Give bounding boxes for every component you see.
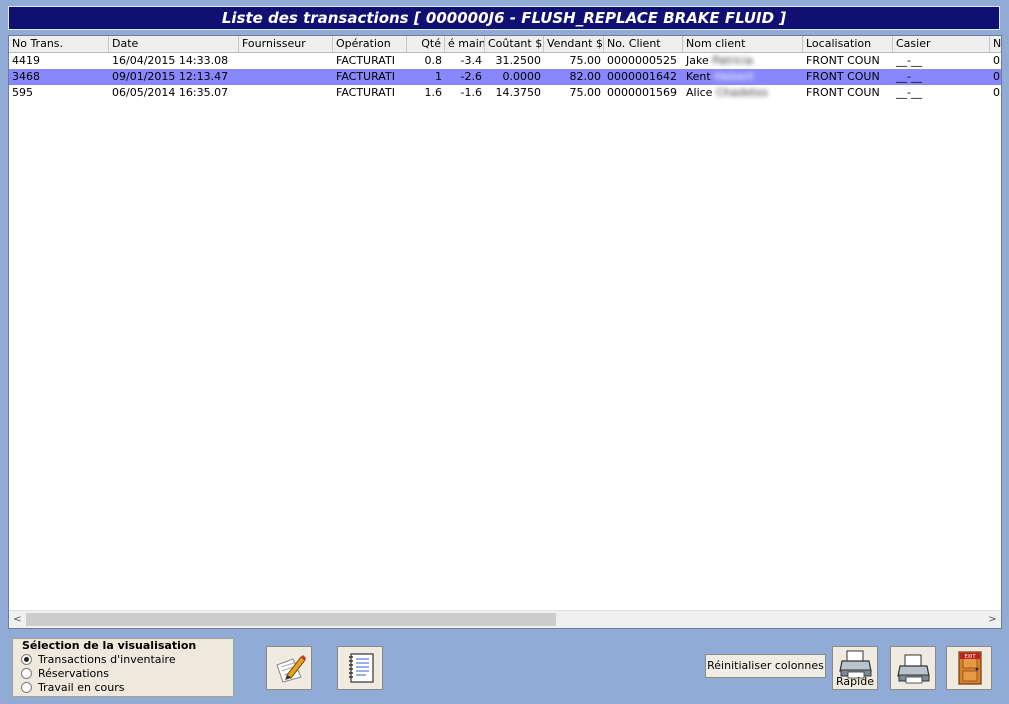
radio-reservations[interactable]: Réservations <box>21 667 109 681</box>
column-header-n[interactable]: N <box>990 36 1001 52</box>
quick-print-button[interactable]: Rapide <box>832 646 878 690</box>
grid-header: No Trans. Date Fournisseur Opération Qté… <box>9 36 1001 53</box>
scroll-thumb[interactable] <box>26 613 556 626</box>
radio-label: Transactions d'inventaire <box>38 653 176 666</box>
column-header-operation[interactable]: Opération <box>333 36 407 52</box>
edit-button[interactable] <box>266 646 312 690</box>
cell-client-no: 0000000525 <box>607 54 677 67</box>
quick-print-caption: Rapide <box>836 675 874 688</box>
cell-bin: __-__ <box>896 86 922 99</box>
cell-price: 75.00 <box>569 86 602 99</box>
client-last-name-redacted: Patricia <box>712 54 753 67</box>
table-row[interactable]: 4419 16/04/2015 14:33.08 FACTURATI 0.8 -… <box>9 53 1001 69</box>
cell-no-trans: 3468 <box>12 70 40 83</box>
cell-cost: 0.0000 <box>502 70 542 83</box>
cell-date: 16/04/2015 14:33.08 <box>112 54 229 67</box>
column-header-date[interactable]: Date <box>109 36 239 52</box>
radio-label: Travail en cours <box>38 681 125 694</box>
column-header-qty[interactable]: Qté <box>407 36 445 52</box>
notes-button[interactable] <box>337 646 383 690</box>
column-header-price[interactable]: Vendant $ <box>544 36 604 52</box>
cell-price: 75.00 <box>569 54 602 67</box>
exit-label: EXIT <box>964 654 976 660</box>
cell-n: 05 <box>993 54 1001 67</box>
cell-client-no: 0000001642 <box>607 70 677 83</box>
cell-no-trans: 595 <box>12 86 33 99</box>
cell-client-no: 0000001569 <box>607 86 677 99</box>
client-first-name: Kent <box>686 70 711 83</box>
column-header-client-no[interactable]: No. Client <box>604 36 683 52</box>
column-header-location[interactable]: Localisation <box>803 36 893 52</box>
edit-icon <box>276 655 306 683</box>
cell-supplier <box>239 85 333 101</box>
cell-n: 05 <box>993 86 1001 99</box>
cell-bin: __-__ <box>896 54 922 67</box>
cell-on-hand: -2.6 <box>460 70 482 83</box>
cell-date: 09/01/2015 12:13.47 <box>112 70 229 83</box>
column-header-no-trans[interactable]: No Trans. <box>9 36 109 52</box>
cell-qty: 1 <box>435 70 442 83</box>
cell-client-name: Jake Patricia <box>683 53 803 69</box>
printer-icon <box>897 654 930 684</box>
cell-operation: FACTURATI <box>336 86 395 99</box>
cell-n: 05 <box>993 70 1001 83</box>
scroll-right-arrow[interactable]: > <box>984 611 1001 628</box>
cell-operation: FACTURATI <box>336 70 395 83</box>
column-header-bin[interactable]: Casier <box>893 36 990 52</box>
cell-client-name: Alice Chadetos <box>683 85 803 101</box>
table-row-selected[interactable]: 3468 09/01/2015 12:13.47 FACTURATI 1 -2.… <box>9 69 1001 85</box>
transactions-grid[interactable]: No Trans. Date Fournisseur Opération Qté… <box>8 35 1002 629</box>
radio-button[interactable] <box>21 667 32 679</box>
horizontal-scrollbar[interactable]: < > <box>9 610 1001 628</box>
cell-supplier <box>239 53 333 69</box>
column-header-client-name[interactable]: Nom client <box>683 36 803 52</box>
cell-date: 06/05/2014 16:35.07 <box>112 86 229 99</box>
cell-location: FRONT COUN <box>806 86 880 99</box>
cell-client-name: Kent Heisert <box>683 69 803 85</box>
radio-button[interactable] <box>21 681 32 693</box>
cell-qty: 0.8 <box>424 54 443 67</box>
client-last-name-redacted: Chadetos <box>715 86 768 99</box>
exit-button[interactable]: EXIT <box>946 646 992 690</box>
view-selection-group: Sélection de la visualisation Transactio… <box>12 638 234 697</box>
cell-location: FRONT COUN <box>806 70 880 83</box>
view-selection-legend: Sélection de la visualisation <box>20 639 199 652</box>
scroll-left-arrow[interactable]: < <box>9 611 26 628</box>
exit-door-icon: EXIT <box>958 651 982 685</box>
table-row[interactable]: 595 06/05/2014 16:35.07 FACTURATI 1.6 -1… <box>9 85 1001 101</box>
radio-label: Réservations <box>38 667 109 680</box>
cell-location: FRONT COUN <box>806 54 880 67</box>
cell-cost: 31.2500 <box>495 54 542 67</box>
client-first-name: Jake <box>686 54 709 67</box>
window-title: Liste des transactions [ 000000J6 - FLUS… <box>8 6 1000 30</box>
cell-supplier <box>239 69 333 85</box>
cell-cost: 14.3750 <box>495 86 542 99</box>
client-first-name: Alice <box>686 86 713 99</box>
print-button[interactable] <box>890 646 936 690</box>
cell-on-hand: -1.6 <box>460 86 482 99</box>
radio-button-checked[interactable] <box>21 653 32 665</box>
notepad-icon <box>349 653 374 683</box>
cell-operation: FACTURATI <box>336 54 395 67</box>
radio-work-in-progress[interactable]: Travail en cours <box>21 681 124 695</box>
cell-no-trans: 4419 <box>12 54 40 67</box>
cell-qty: 1.6 <box>424 86 443 99</box>
column-header-on-hand[interactable]: é main <box>445 36 485 52</box>
column-header-cost[interactable]: Coûtant $ <box>485 36 544 52</box>
client-last-name-redacted: Heisert <box>714 70 754 83</box>
cell-price: 82.00 <box>569 70 602 83</box>
cell-bin: __-__ <box>896 70 922 83</box>
radio-inventory-transactions[interactable]: Transactions d'inventaire <box>21 653 176 667</box>
cell-on-hand: -3.4 <box>460 54 482 67</box>
reset-columns-button[interactable]: Réinitialiser colonnes <box>705 654 826 678</box>
column-header-supplier[interactable]: Fournisseur <box>239 36 333 52</box>
